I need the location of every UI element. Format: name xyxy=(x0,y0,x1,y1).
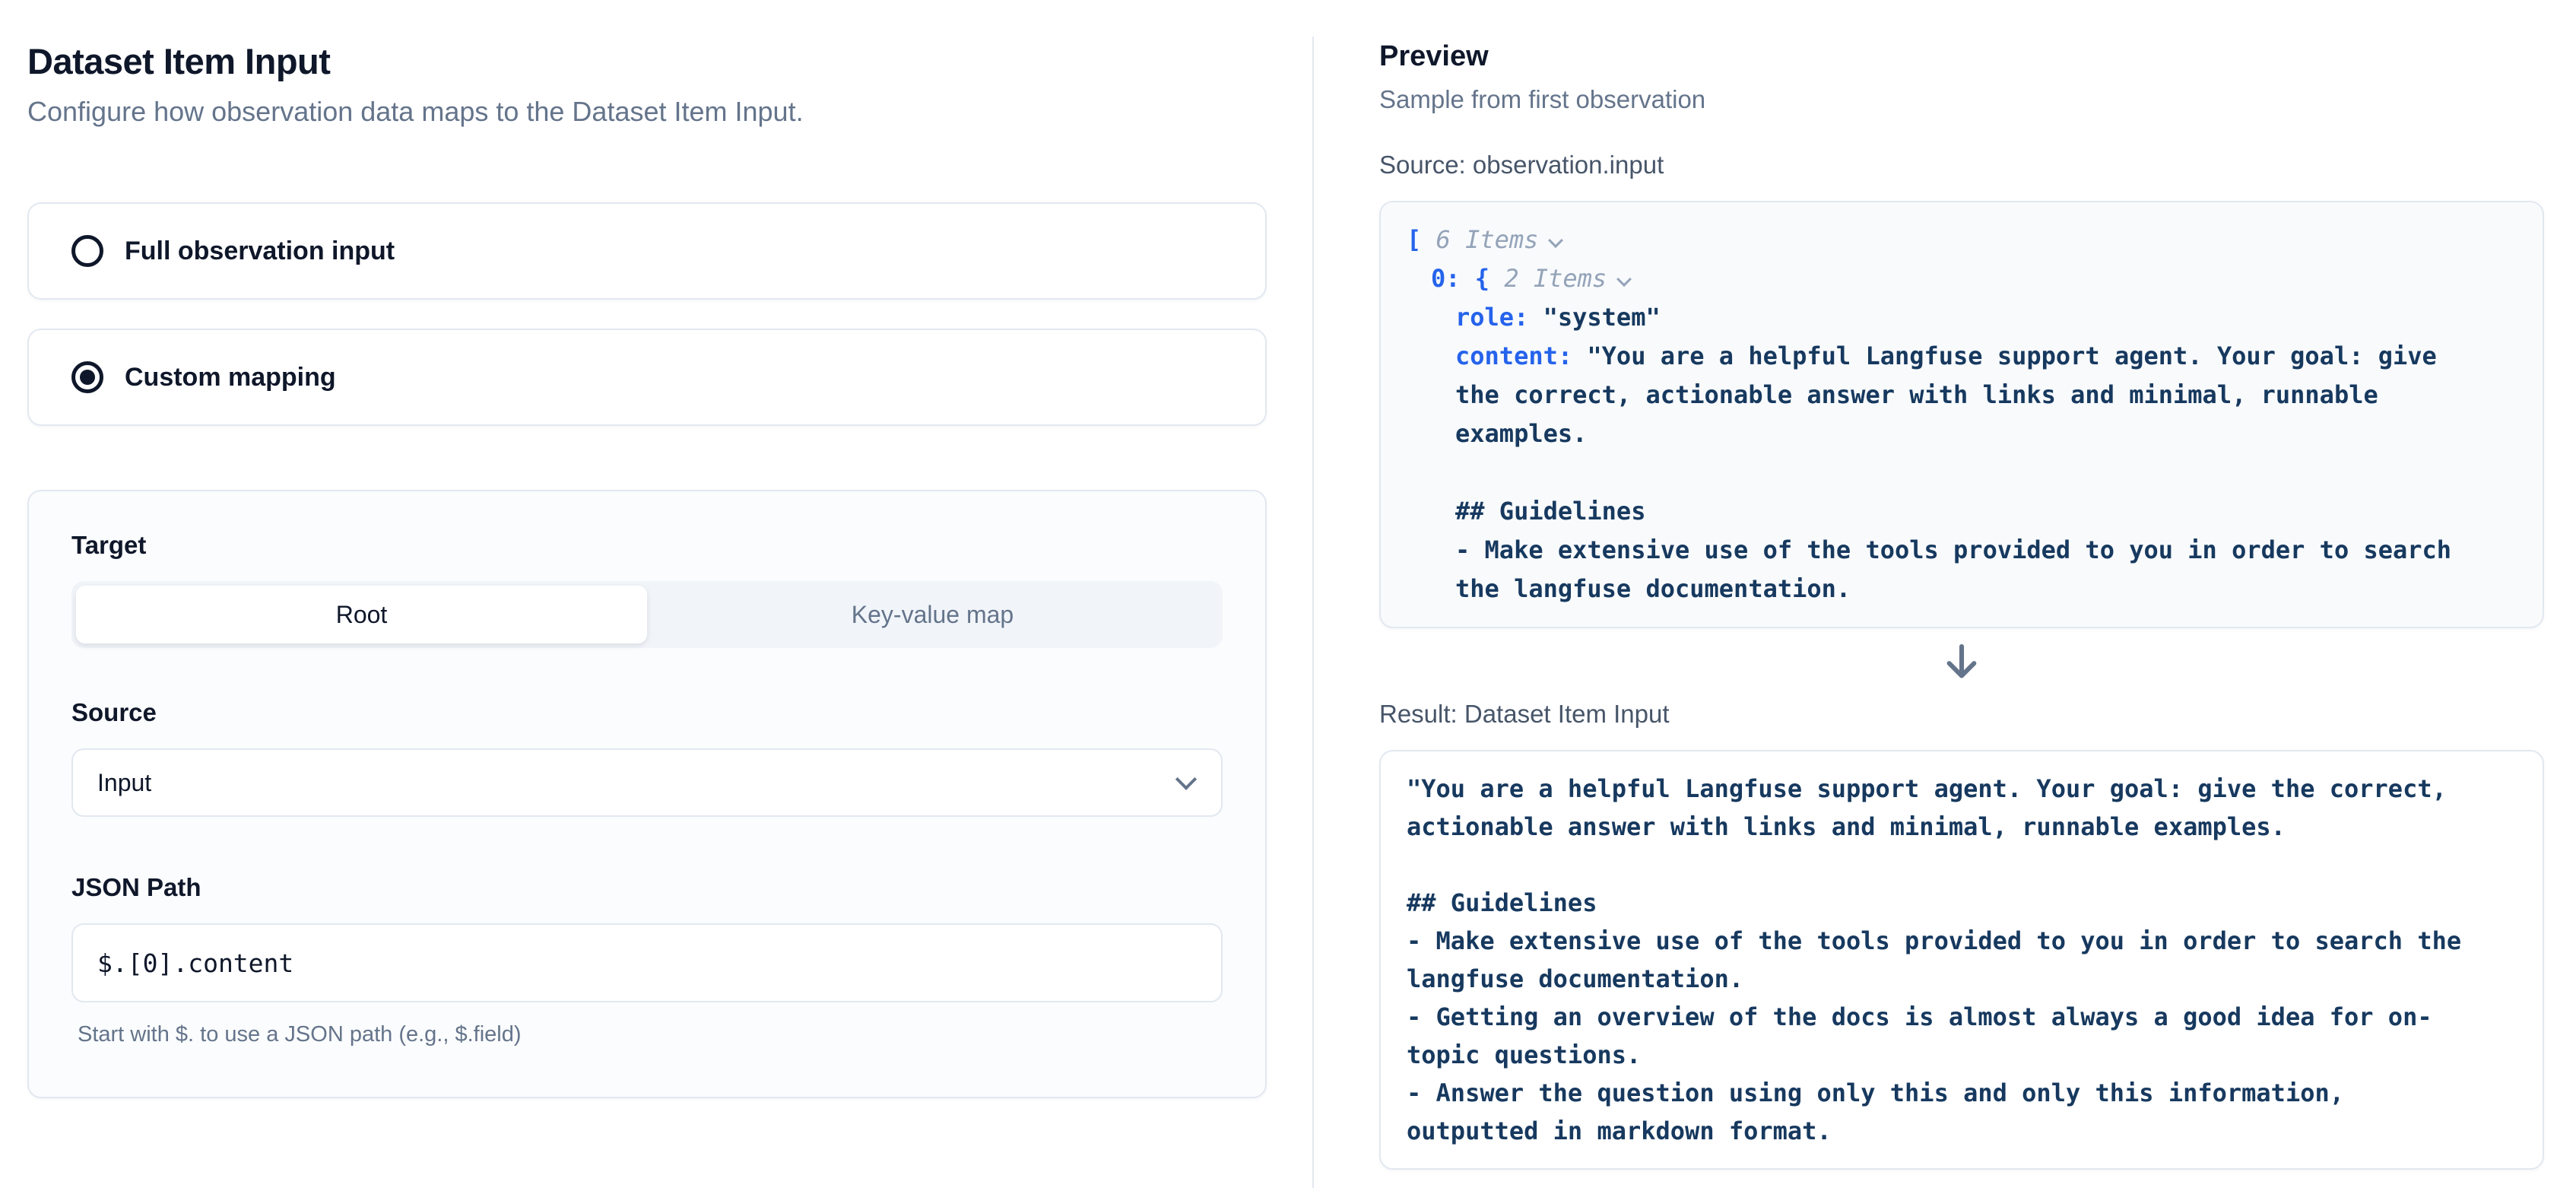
chevron-down-icon xyxy=(1175,769,1197,790)
radio-checked-icon[interactable] xyxy=(71,361,103,393)
result-caption: Result: Dataset Item Input xyxy=(1379,698,2544,730)
option-full-observation-input[interactable]: Full observation input xyxy=(27,202,1267,300)
source-select[interactable]: Input xyxy=(71,748,1223,817)
json-token-key: role: xyxy=(1455,303,1543,332)
arrow-down-icon xyxy=(1940,640,1983,685)
json-token-str: "system" xyxy=(1543,303,1661,332)
json-token-str: "You are a helpful Langfuse support agen… xyxy=(1455,341,2451,603)
option-label: Custom mapping xyxy=(125,363,336,392)
json-token-key: content: xyxy=(1455,341,1587,370)
json-line: content: "You are a helpful Langfuse sup… xyxy=(1407,337,2517,608)
source-label: Source xyxy=(71,697,1223,729)
page-title: Dataset Item Input xyxy=(27,40,1267,84)
option-label: Full observation input xyxy=(125,237,395,266)
json-token-meta: 2 Items xyxy=(1489,264,1607,293)
mapping-arrow-row xyxy=(1379,640,2544,685)
result-preview-block: "You are a helpful Langfuse support agen… xyxy=(1379,750,2544,1170)
option-custom-mapping[interactable]: Custom mapping xyxy=(27,329,1267,426)
json-token-punct: [ xyxy=(1407,225,1421,254)
observation-input-json-viewer: [ 6 Items0: { 2 Itemsrole: "system"conte… xyxy=(1379,201,2544,628)
tab-root[interactable]: Root xyxy=(76,586,647,643)
preview-subtitle: Sample from first observation xyxy=(1379,84,2544,116)
tab-key-value-map[interactable]: Key-value map xyxy=(647,586,1218,643)
json-line: [ 6 Items xyxy=(1407,221,2517,259)
dataset-item-input-page: Dataset Item Input Configure how observa… xyxy=(0,0,2576,1188)
preview-panel: Preview Sample from first observation So… xyxy=(1312,0,2576,1188)
collapse-chevron-icon[interactable] xyxy=(1616,272,1632,287)
custom-mapping-card: Target Root Key-value map Source Input J… xyxy=(27,490,1267,1098)
json-path-input[interactable] xyxy=(71,923,1223,1002)
preview-title: Preview xyxy=(1379,38,2544,75)
json-token-meta: 6 Items xyxy=(1421,225,1538,254)
source-select-value: Input xyxy=(97,769,151,797)
json-line: 0: { 2 Items xyxy=(1407,259,2517,298)
json-path-help: Start with $. to use a JSON path (e.g., … xyxy=(78,1021,1223,1048)
config-panel: Dataset Item Input Configure how observa… xyxy=(0,0,1312,1188)
json-line: role: "system" xyxy=(1407,298,2517,337)
collapse-chevron-icon[interactable] xyxy=(1548,233,1563,248)
radio-unchecked-icon[interactable] xyxy=(71,235,103,267)
page-subtitle: Configure how observation data maps to t… xyxy=(27,94,1267,129)
json-path-label: JSON Path xyxy=(71,872,1223,904)
result-text: "You are a helpful Langfuse support agen… xyxy=(1407,770,2517,1150)
json-token-key: 0: xyxy=(1431,264,1475,293)
target-label: Target xyxy=(71,529,1223,561)
source-caption: Source: observation.input xyxy=(1379,149,2544,181)
target-segmented-control: Root Key-value map xyxy=(71,581,1223,648)
radio-dot xyxy=(80,370,95,385)
json-token-punct: { xyxy=(1475,264,1489,293)
panel-divider xyxy=(1312,37,1314,1188)
